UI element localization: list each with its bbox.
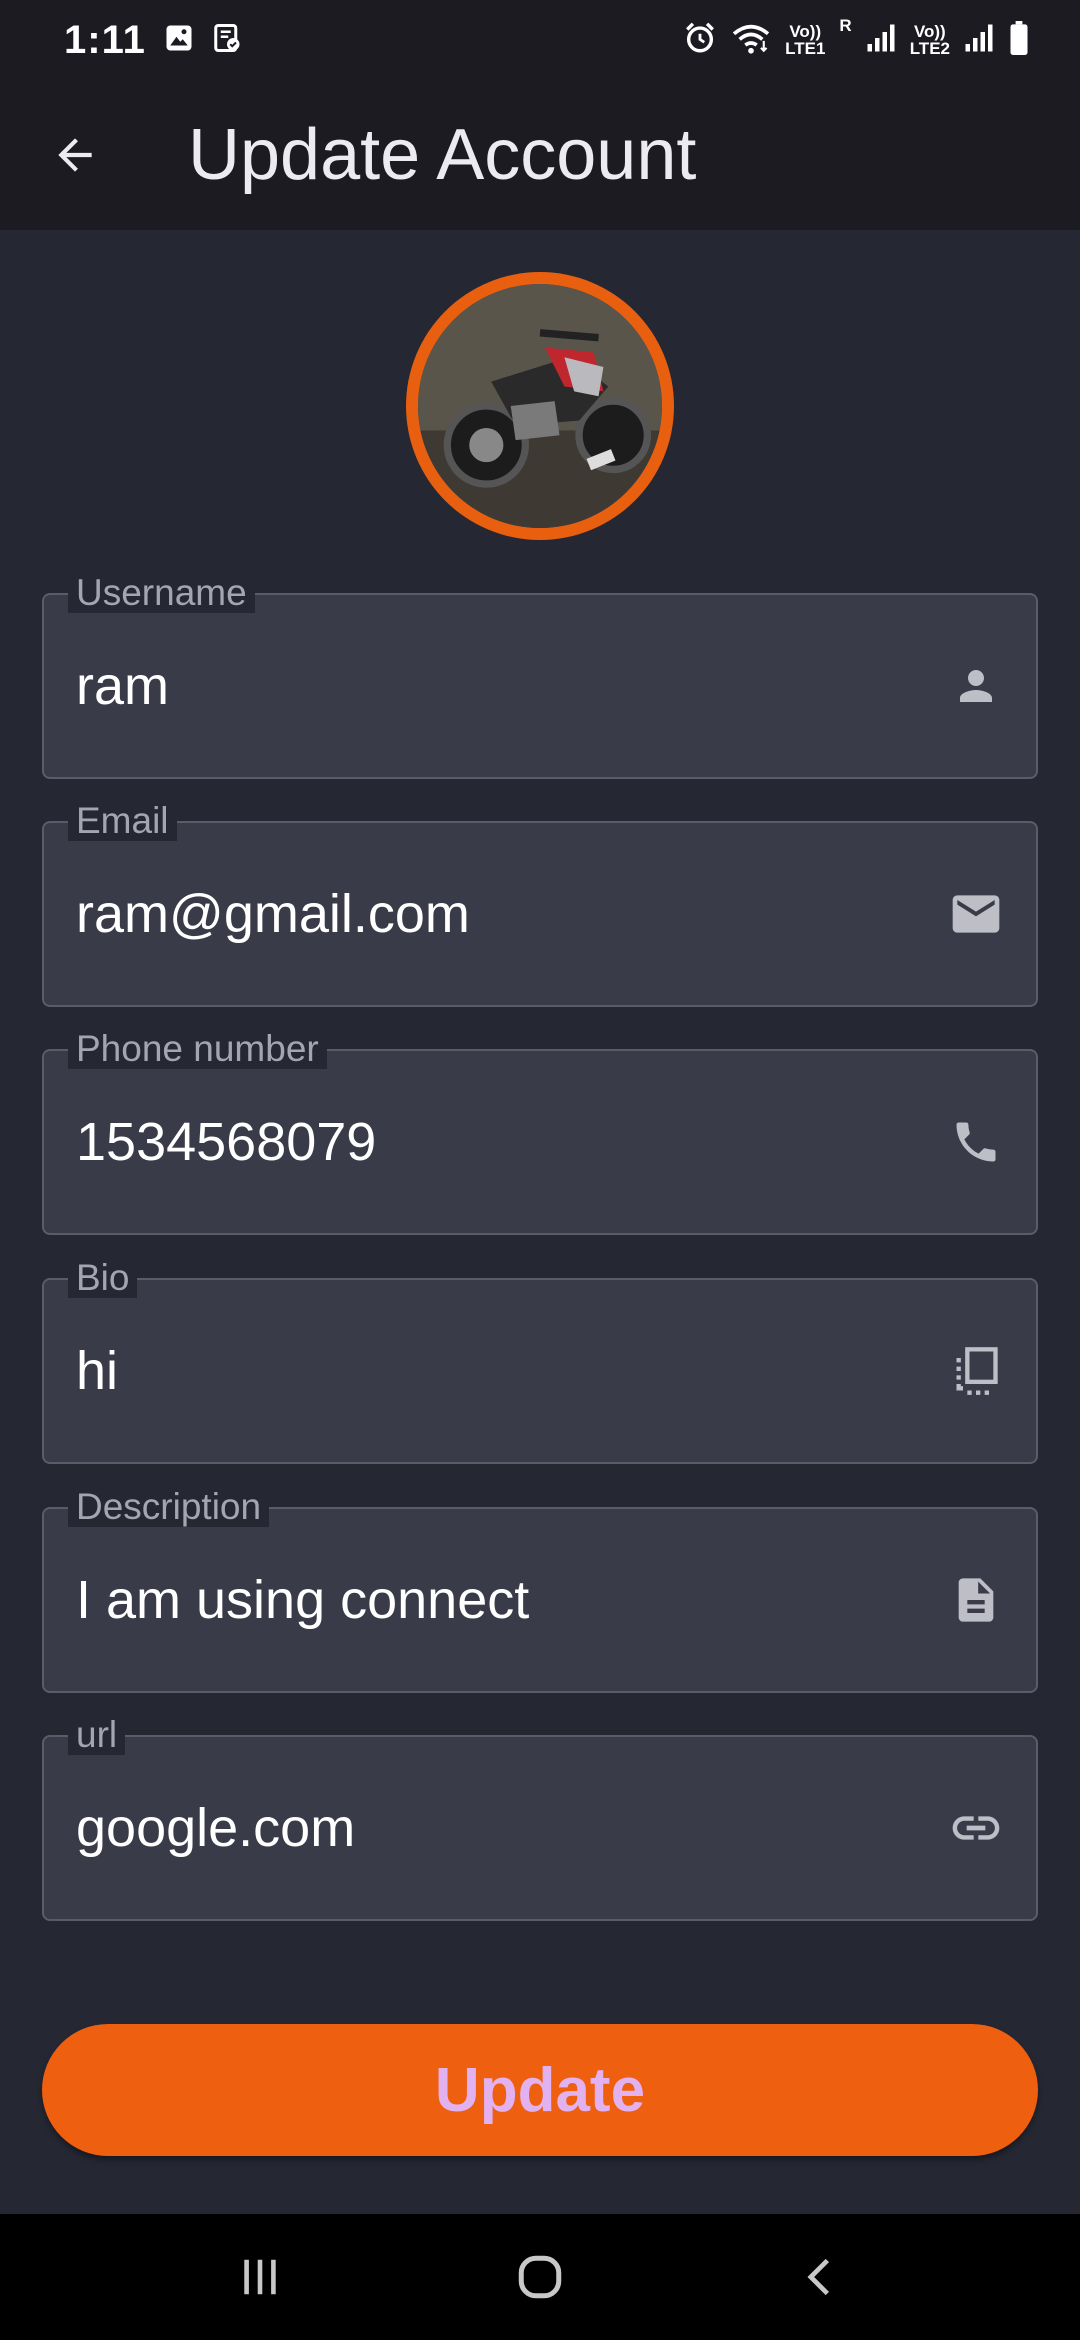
chevron-left-icon <box>807 2258 830 2296</box>
home-button[interactable] <box>480 2227 600 2327</box>
page-title: Update Account <box>188 115 697 195</box>
gallery-icon <box>164 23 194 58</box>
url-value[interactable]: google.com <box>76 1797 355 1859</box>
mail-icon <box>948 886 1004 942</box>
url-label: url <box>68 1715 126 1755</box>
status-time: 1:11 <box>64 17 146 62</box>
link-icon <box>948 1800 1004 1856</box>
avatar-image <box>418 284 662 528</box>
arrow-back-icon <box>58 138 92 172</box>
description-icon <box>948 1572 1004 1628</box>
bio-field[interactable]: Bio hi <box>42 1258 1038 1464</box>
username-label: Username <box>68 573 255 613</box>
recent-apps-button[interactable] <box>200 2227 320 2327</box>
system-back-button[interactable] <box>760 2227 880 2327</box>
url-field[interactable]: url google.com <box>42 1715 1038 1921</box>
username-field[interactable]: Username ram <box>42 573 1038 779</box>
sim2-bottom: LTE2 <box>909 39 950 58</box>
signal-icon-1 <box>866 23 896 58</box>
motorcycle-photo <box>418 284 662 528</box>
sim1-label: Vo)) LTE1 <box>785 23 825 57</box>
username-value[interactable]: ram <box>76 655 169 717</box>
phone-field[interactable]: Phone number 1534568079 <box>42 1029 1038 1235</box>
status-left: 1:11 <box>64 18 242 63</box>
sim1-bottom: LTE1 <box>785 39 826 58</box>
description-value[interactable]: I am using connect <box>76 1569 529 1631</box>
alarm-icon <box>683 21 717 60</box>
back-button[interactable] <box>20 100 130 210</box>
app-bar: Update Account <box>0 80 1080 230</box>
wifi-icon <box>731 21 771 60</box>
system-nav-bar <box>0 2214 1080 2340</box>
home-icon <box>518 2255 562 2299</box>
update-button[interactable]: Update <box>42 2024 1038 2156</box>
bio-value[interactable]: hi <box>76 1340 118 1402</box>
task-check-icon <box>212 23 242 58</box>
email-field[interactable]: Email ram@gmail.com <box>42 801 1038 1007</box>
update-button-label: Update <box>434 2055 646 2125</box>
profile-avatar[interactable] <box>406 272 674 540</box>
phone-value[interactable]: 1534568079 <box>76 1111 376 1173</box>
bio-label: Bio <box>68 1258 138 1298</box>
email-value[interactable]: ram@gmail.com <box>76 883 470 945</box>
signal-icon-2 <box>964 23 994 58</box>
phone-icon <box>948 1114 1004 1170</box>
status-bar: 1:11 Vo)) LTE1 R Vo)) LTE2 <box>0 0 1080 80</box>
description-label: Description <box>68 1487 270 1527</box>
bio-icon <box>948 1343 1004 1399</box>
recent-apps-icon <box>244 2259 276 2295</box>
email-label: Email <box>68 801 177 841</box>
battery-icon <box>1008 20 1030 60</box>
sim2-label: Vo)) LTE2 <box>910 23 950 57</box>
person-icon <box>948 658 1004 714</box>
status-right: Vo)) LTE1 R Vo)) LTE2 <box>683 17 1030 60</box>
roaming-indicator: R <box>839 15 852 35</box>
description-field[interactable]: Description I am using connect <box>42 1487 1038 1693</box>
phone-label: Phone number <box>68 1029 327 1069</box>
